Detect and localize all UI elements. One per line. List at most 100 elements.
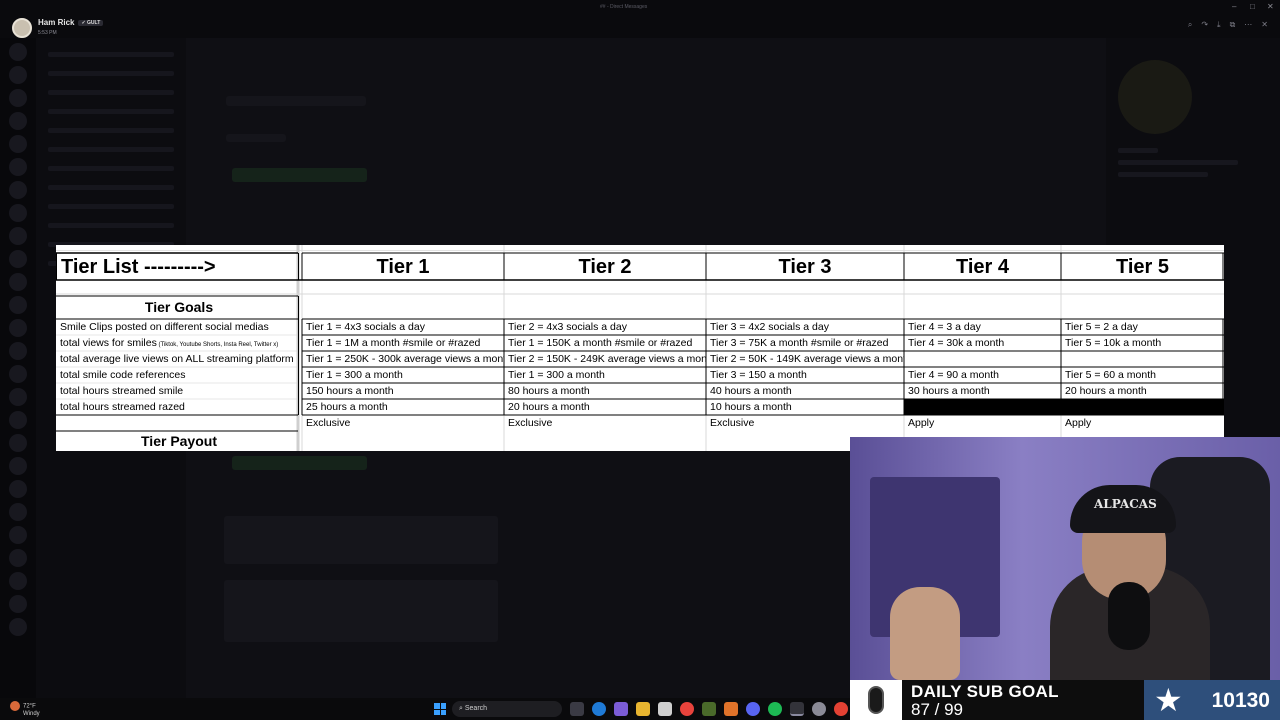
channel-item[interactable] xyxy=(48,90,174,95)
channel-item[interactable] xyxy=(48,166,174,171)
server-icon[interactable] xyxy=(9,595,27,613)
tier-2-cell[interactable]: Tier 2 = 4x3 socials a day xyxy=(504,319,706,335)
server-icon[interactable] xyxy=(9,89,27,107)
tier-3-cell[interactable]: Tier 3 = 4x2 socials a day xyxy=(706,319,904,335)
forward-icon[interactable]: ↷ xyxy=(1201,20,1208,30)
server-icon[interactable] xyxy=(9,273,27,291)
message-embed[interactable] xyxy=(232,168,367,182)
app-icon[interactable] xyxy=(812,702,826,716)
tier-3-cell[interactable]: Exclusive xyxy=(706,415,904,431)
app-icon[interactable] xyxy=(680,702,694,716)
server-icon[interactable] xyxy=(9,319,27,337)
channel-item[interactable] xyxy=(48,128,174,133)
server-icon[interactable] xyxy=(9,66,27,84)
edge-icon[interactable] xyxy=(592,702,606,716)
app-icon[interactable] xyxy=(702,702,716,716)
more-icon[interactable]: ⋯ xyxy=(1244,20,1252,30)
server-icon[interactable] xyxy=(9,618,27,636)
server-icon[interactable] xyxy=(9,181,27,199)
tier-2-cell[interactable]: 20 hours a month xyxy=(504,399,706,415)
tier-1-cell[interactable]: Tier 1 = 250K - 300k average views a mon… xyxy=(302,351,504,367)
tier-1-cell[interactable]: Tier 1 = 1M a month #smile or #razed xyxy=(302,335,504,351)
server-icon[interactable] xyxy=(9,112,27,130)
task-view-icon[interactable] xyxy=(570,702,584,716)
server-icon[interactable] xyxy=(9,135,27,153)
close-window-icon[interactable]: ✕ xyxy=(1267,2,1274,11)
server-icon[interactable] xyxy=(9,227,27,245)
minimize-icon[interactable]: – xyxy=(1232,2,1236,11)
tier-4-cell[interactable]: Tier 4 = 90 a month xyxy=(904,367,1061,383)
tier-4-cell[interactable]: Tier 4 = 3 a day xyxy=(904,319,1061,335)
server-icon[interactable] xyxy=(9,526,27,544)
open-external-icon[interactable]: ⧉ xyxy=(1230,20,1236,30)
channel-item[interactable] xyxy=(48,223,174,228)
windows-start-icon[interactable] xyxy=(434,703,446,715)
server-icon[interactable] xyxy=(9,572,27,590)
server-icon[interactable] xyxy=(9,365,27,383)
tier-1-cell[interactable]: Tier 1 = 300 a month xyxy=(302,367,504,383)
tier-5-cell[interactable]: Tier 5 = 60 a month xyxy=(1061,367,1224,383)
chrome-icon[interactable] xyxy=(834,702,848,716)
app-icon[interactable] xyxy=(724,702,738,716)
copilot-icon[interactable] xyxy=(614,702,628,716)
channel-item[interactable] xyxy=(48,109,174,114)
taskbar-search[interactable]: ⌕ Search xyxy=(452,701,562,717)
download-icon[interactable]: ⤓ xyxy=(1217,20,1221,30)
user-name[interactable]: Ham Rick ✓ GULT xyxy=(38,18,104,27)
message-attachment[interactable] xyxy=(224,580,498,642)
profile-avatar[interactable] xyxy=(1118,60,1192,134)
tier-5-cell[interactable]: Tier 5 = 10k a month xyxy=(1061,335,1224,351)
tier-5-cell[interactable]: Apply xyxy=(1061,415,1224,431)
user-avatar[interactable] xyxy=(12,18,32,38)
tier-5-cell[interactable]: Tier 5 = 2 a day xyxy=(1061,319,1224,335)
channel-item[interactable] xyxy=(48,204,174,209)
channel-item[interactable] xyxy=(48,52,174,57)
close-icon[interactable]: ✕ xyxy=(1261,20,1268,30)
tier-4-cell[interactable]: Apply xyxy=(904,415,1061,431)
server-icon[interactable] xyxy=(9,549,27,567)
tier-2-cell[interactable]: Exclusive xyxy=(504,415,706,431)
server-icon[interactable] xyxy=(9,457,27,475)
server-icon[interactable] xyxy=(9,250,27,268)
active-app-icon[interactable] xyxy=(790,702,804,716)
server-icon[interactable] xyxy=(9,503,27,521)
tier-3-cell[interactable]: Tier 3 = 75K a month #smile or #razed xyxy=(706,335,904,351)
zoom-icon[interactable]: ⌕ xyxy=(1188,20,1192,30)
tier-1-cell[interactable]: Tier 1 = 4x3 socials a day xyxy=(302,319,504,335)
channel-item[interactable] xyxy=(48,185,174,190)
server-icon[interactable] xyxy=(9,296,27,314)
server-icon[interactable] xyxy=(9,204,27,222)
discord-icon[interactable] xyxy=(746,702,760,716)
maximize-icon[interactable]: □ xyxy=(1250,2,1255,11)
spotify-icon[interactable] xyxy=(768,702,782,716)
tier-1-cell[interactable]: 150 hours a month xyxy=(302,383,504,399)
sub-goal-title: DAILY SUB GOAL xyxy=(911,682,1059,701)
message-attachment[interactable] xyxy=(224,516,498,564)
server-icon[interactable] xyxy=(9,342,27,360)
tier-3-cell[interactable]: 40 hours a month xyxy=(706,383,904,399)
tier-3-cell[interactable]: Tier 2 = 50K - 149K average views a mont… xyxy=(706,351,904,367)
weather-widget[interactable]: 72°F Windy xyxy=(10,701,40,718)
file-explorer-icon[interactable] xyxy=(636,702,650,716)
tier-4-cell[interactable]: 30 hours a month xyxy=(904,383,1061,399)
tier-1-cell[interactable]: Exclusive xyxy=(302,415,504,431)
server-icon[interactable] xyxy=(9,388,27,406)
message-embed[interactable] xyxy=(232,456,367,470)
store-icon[interactable] xyxy=(658,702,672,716)
channel-item[interactable] xyxy=(48,147,174,152)
server-icon[interactable] xyxy=(9,158,27,176)
tier-4-cell[interactable]: Tier 4 = 30k a month xyxy=(904,335,1061,351)
tier-2-cell[interactable]: Tier 2 = 150K - 249K average views a mon… xyxy=(504,351,706,367)
tier-2-cell[interactable]: Tier 1 = 150K a month #smile or #razed xyxy=(504,335,706,351)
server-icon[interactable] xyxy=(9,434,27,452)
tier-1-cell[interactable]: 25 hours a month xyxy=(302,399,504,415)
channel-item[interactable] xyxy=(48,71,174,76)
server-icon[interactable] xyxy=(9,480,27,498)
tier-3-cell[interactable]: Tier 3 = 150 a month xyxy=(706,367,904,383)
tier-5-cell[interactable]: 20 hours a month xyxy=(1061,383,1224,399)
tier-2-cell[interactable]: 80 hours a month xyxy=(504,383,706,399)
tier-3-cell[interactable]: 10 hours a month xyxy=(706,399,904,415)
server-icon[interactable] xyxy=(9,43,27,61)
server-icon[interactable] xyxy=(9,411,27,429)
tier-2-cell[interactable]: Tier 1 = 300 a month xyxy=(504,367,706,383)
